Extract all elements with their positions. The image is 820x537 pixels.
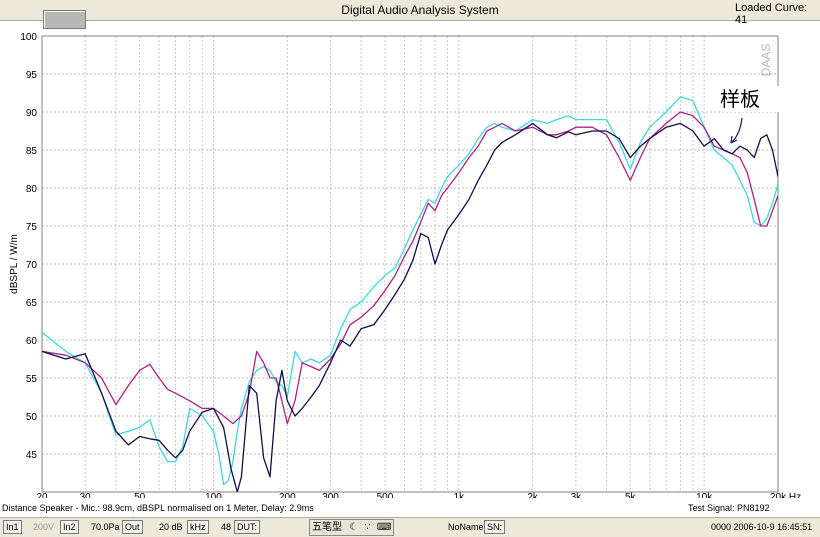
- frequency-response-chart[interactable]: 45 50 55 60 65 70 75 80 85 90 95 100 20 30 50 100 200 300…: [0, 20, 820, 503]
- voltage-readout: 200V: [33, 522, 55, 532]
- x-tick-label: 50: [134, 492, 146, 498]
- sample-rate-readout: 48: [221, 522, 232, 532]
- dut-button[interactable]: DUT:: [234, 520, 260, 534]
- y-tick-label: 80: [26, 184, 38, 195]
- x-tick-label: 1k: [454, 492, 466, 498]
- x-tick-label: 20: [36, 492, 48, 498]
- y-axis-label: dBSPL / W/m: [9, 234, 20, 294]
- y-tick-label: 95: [26, 70, 38, 81]
- status-bar: In1 200V In2 70.0Pa Out 20 dB kHz 48 DUT…: [0, 517, 820, 537]
- info-bar: Distance Speaker - Mic.: 98.9cm, dBSPL n…: [0, 503, 820, 516]
- ime-moon-icon: ☾: [349, 522, 359, 533]
- y-tick-label: 75: [26, 222, 38, 233]
- y-tick-label: 60: [26, 336, 38, 347]
- y-tick-label: 70: [26, 260, 38, 271]
- x-tick-label: 30: [80, 492, 92, 498]
- y-tick-label: 65: [26, 298, 38, 309]
- serial-button[interactable]: SN:: [484, 520, 506, 534]
- plot-area[interactable]: 45 50 55 60 65 70 75 80 85 90 95 100 20 30 50 100 200 300…: [0, 20, 820, 503]
- x-tick-label: 2k: [527, 492, 539, 498]
- title-bar: Digital Audio Analysis System Loaded Cur…: [0, 0, 820, 29]
- series-line-1: [42, 122, 778, 492]
- gain-readout: 20 dB: [159, 522, 183, 532]
- x-tick-label: 300: [322, 492, 339, 498]
- in1-button[interactable]: In1: [3, 520, 22, 534]
- y-tick-label: 50: [26, 412, 38, 423]
- pressure-readout: 70.0Pa: [91, 522, 120, 532]
- datetime-readout: 0000 2006-10-9 16:45:51: [711, 522, 813, 532]
- x-tick-label: 10k: [696, 492, 713, 498]
- ime-keyboard-icon: ⌨: [376, 522, 392, 533]
- ime-dots-icon: ∵: [364, 522, 371, 533]
- y-tick-label: 90: [26, 108, 38, 119]
- in2-button[interactable]: In2: [60, 520, 79, 534]
- test-signal-info: Test Signal: PN8192: [688, 503, 770, 513]
- khz-button[interactable]: kHz: [187, 520, 209, 534]
- series-line-3: [42, 96, 778, 486]
- ime-toolbar[interactable]: 五笔型 ☾ ∵ ⌨: [309, 519, 395, 536]
- x-tick-label: 3k: [571, 492, 583, 498]
- watermark-text: DAAS: [759, 44, 773, 77]
- dut-name: NoName: [448, 522, 484, 532]
- out-button[interactable]: Out: [122, 520, 143, 534]
- x-tick-label: 20k Hz: [770, 492, 801, 498]
- x-tick-label: 5k: [625, 492, 637, 498]
- y-tick-label: 85: [26, 146, 38, 157]
- series-group: [42, 96, 778, 492]
- annotation-arrow: [730, 117, 743, 144]
- ime-mode-label: 五笔型: [312, 522, 342, 533]
- x-tick-label: 100: [205, 492, 222, 498]
- y-tick-label: 55: [26, 374, 38, 385]
- x-tick-label: 200: [279, 492, 296, 498]
- measurement-info: Distance Speaker - Mic.: 98.9cm, dBSPL n…: [2, 503, 314, 513]
- x-tick-label: 500: [377, 492, 394, 498]
- y-tick-label: 45: [26, 450, 38, 461]
- y-tick-label: 100: [20, 32, 37, 43]
- window-title: Digital Audio Analysis System: [341, 3, 499, 17]
- sample-annotation: 样板: [720, 86, 790, 112]
